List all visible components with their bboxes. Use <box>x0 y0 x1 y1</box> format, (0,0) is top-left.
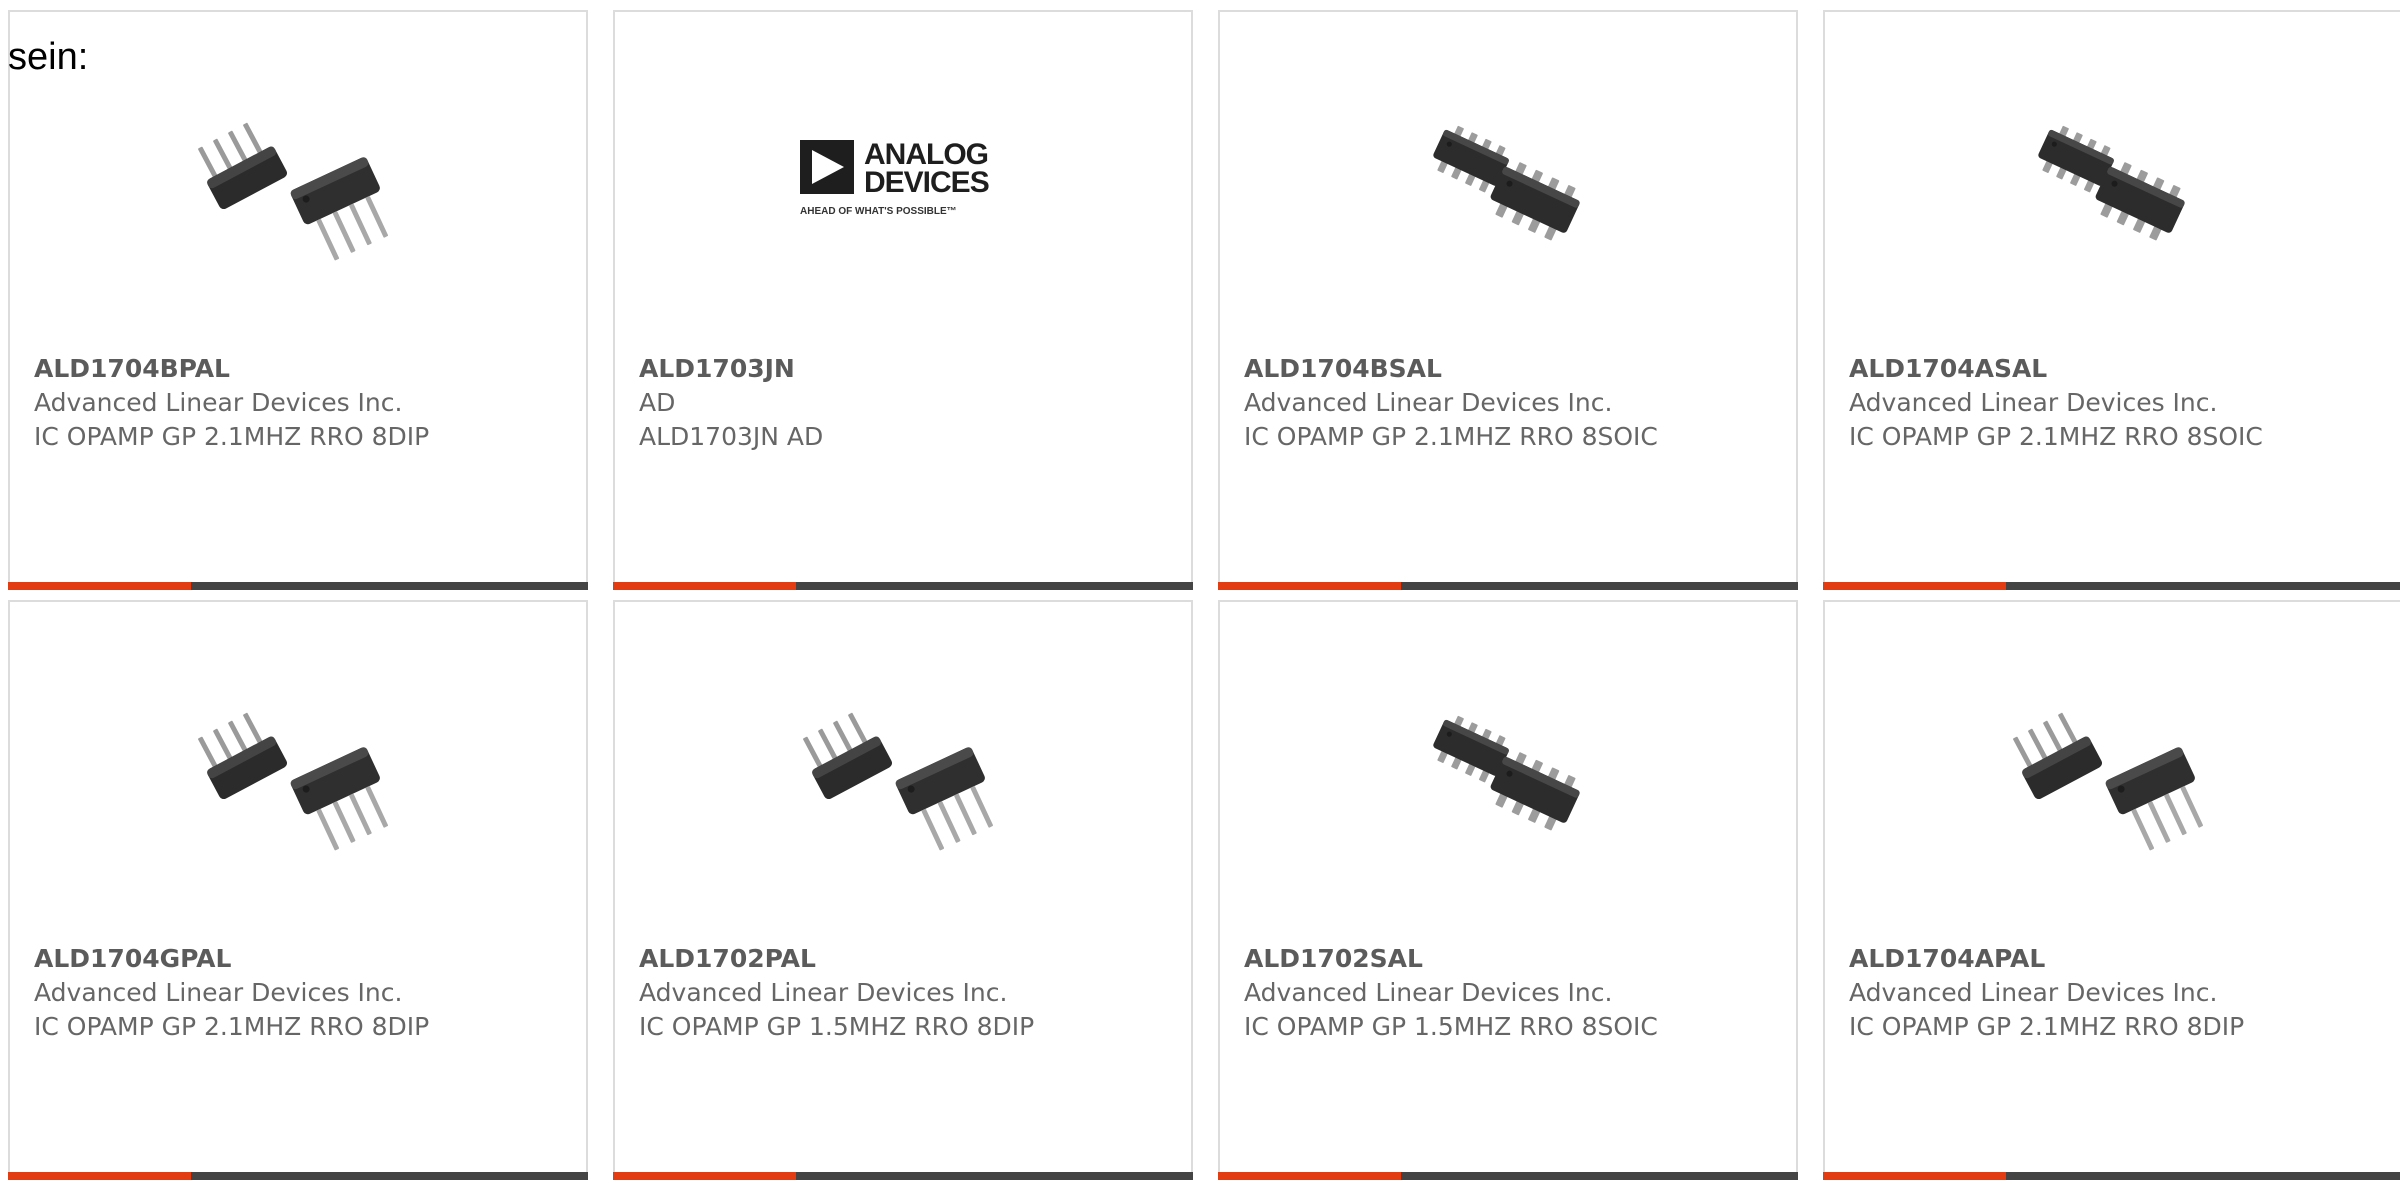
soic-package-icon <box>1433 125 1580 241</box>
product-image[interactable] <box>195 80 399 284</box>
bar-rest <box>1401 1172 1798 1180</box>
soic-package-icon <box>2038 125 2185 241</box>
product-info: ALD1702SAL Advanced Linear Devices Inc. … <box>1244 942 1784 1044</box>
description: IC OPAMP GP 2.1MHZ RRO 8SOIC <box>1849 422 2263 451</box>
product-card[interactable]: ALD1704APAL Advanced Linear Devices Inc.… <box>1823 600 2400 1180</box>
part-number[interactable]: ALD1704BSAL <box>1244 352 1784 386</box>
product-card[interactable]: ALD1704BPAL Advanced Linear Devices Inc.… <box>8 10 588 590</box>
part-number[interactable]: ALD1704APAL <box>1849 942 2389 976</box>
manufacturer: Advanced Linear Devices Inc. <box>1244 388 1613 417</box>
logo-tagline: AHEAD OF WHAT'S POSSIBLE™ <box>800 206 957 217</box>
description: IC OPAMP GP 1.5MHZ RRO 8DIP <box>639 1012 1035 1041</box>
description: IC OPAMP GP 1.5MHZ RRO 8SOIC <box>1244 1012 1658 1041</box>
product-info: ALD1703JN AD ALD1703JN AD <box>639 352 1179 454</box>
bar-rest <box>1401 582 1798 590</box>
description: ALD1703JN AD <box>639 422 824 451</box>
manufacturer: Advanced Linear Devices Inc. <box>34 388 403 417</box>
description: IC OPAMP GP 2.1MHZ RRO 8DIP <box>34 1012 430 1041</box>
product-image[interactable]: ANALOG DEVICES AHEAD OF WHAT'S POSSIBLE™ <box>800 80 1004 284</box>
bar-accent <box>613 582 796 590</box>
manufacturer: Advanced Linear Devices Inc. <box>1849 388 2218 417</box>
product-image[interactable] <box>800 670 1004 874</box>
bar-accent <box>613 1172 796 1180</box>
card-footer-bar <box>613 1172 1193 1180</box>
manufacturer: Advanced Linear Devices Inc. <box>639 978 1008 1007</box>
bar-accent <box>1823 1172 2006 1180</box>
product-info: ALD1704APAL Advanced Linear Devices Inc.… <box>1849 942 2389 1044</box>
product-card[interactable]: ANALOG DEVICES AHEAD OF WHAT'S POSSIBLE™ A… <box>613 10 1193 590</box>
manufacturer: Advanced Linear Devices Inc. <box>34 978 403 1007</box>
manufacturer: Advanced Linear Devices Inc. <box>1849 978 2218 1007</box>
manufacturer: Advanced Linear Devices Inc. <box>1244 978 1613 1007</box>
part-number[interactable]: ALD1702SAL <box>1244 942 1784 976</box>
product-info: ALD1704ASAL Advanced Linear Devices Inc.… <box>1849 352 2389 454</box>
dip-package-icon <box>803 712 994 851</box>
dip-package-icon <box>198 712 389 851</box>
soic-package-icon <box>1433 715 1580 831</box>
manufacturer: AD <box>639 388 676 417</box>
product-image[interactable] <box>1405 670 1609 874</box>
card-footer-bar <box>8 582 588 590</box>
bar-accent <box>8 582 191 590</box>
dip-package-icon <box>2013 712 2204 851</box>
product-image[interactable] <box>1405 80 1609 284</box>
product-info: ALD1702PAL Advanced Linear Devices Inc. … <box>639 942 1179 1044</box>
description: IC OPAMP GP 2.1MHZ RRO 8SOIC <box>1244 422 1658 451</box>
bar-accent <box>1218 1172 1401 1180</box>
bar-accent <box>1823 582 2006 590</box>
product-card[interactable]: ALD1704BSAL Advanced Linear Devices Inc.… <box>1218 10 1798 590</box>
part-number[interactable]: ALD1702PAL <box>639 942 1179 976</box>
part-number[interactable]: ALD1703JN <box>639 352 1179 386</box>
part-number[interactable]: ALD1704BPAL <box>34 352 574 386</box>
product-card[interactable]: ALD1702PAL Advanced Linear Devices Inc. … <box>613 600 1193 1180</box>
product-info: ALD1704BPAL Advanced Linear Devices Inc.… <box>34 352 574 454</box>
product-image[interactable] <box>2010 80 2214 284</box>
bar-accent <box>1218 582 1401 590</box>
product-card[interactable]: ALD1704GPAL Advanced Linear Devices Inc.… <box>8 600 588 1180</box>
product-card[interactable]: ALD1704ASAL Advanced Linear Devices Inc.… <box>1823 10 2400 590</box>
card-footer-bar <box>1823 1172 2400 1180</box>
description: IC OPAMP GP 2.1MHZ RRO 8DIP <box>34 422 430 451</box>
bar-rest <box>2006 1172 2400 1180</box>
product-info: ALD1704BSAL Advanced Linear Devices Inc.… <box>1244 352 1784 454</box>
bar-rest <box>796 582 1193 590</box>
description: IC OPAMP GP 2.1MHZ RRO 8DIP <box>1849 1012 2245 1041</box>
card-footer-bar <box>8 1172 588 1180</box>
product-grid: ALD1704BPAL Advanced Linear Devices Inc.… <box>8 10 2400 1180</box>
dip-package-icon <box>198 122 389 261</box>
part-number[interactable]: ALD1704GPAL <box>34 942 574 976</box>
bar-rest <box>191 582 588 590</box>
product-image[interactable] <box>195 670 399 874</box>
product-info: ALD1704GPAL Advanced Linear Devices Inc.… <box>34 942 574 1044</box>
card-footer-bar <box>613 582 1193 590</box>
analog-devices-logo: ANALOGDEVICESAHEAD OF WHAT'S POSSIBLE™ <box>800 138 990 217</box>
bar-rest <box>796 1172 1193 1180</box>
bar-accent <box>8 1172 191 1180</box>
logo-text: DEVICES <box>864 166 989 199</box>
part-number[interactable]: ALD1704ASAL <box>1849 352 2389 386</box>
card-footer-bar <box>1823 582 2400 590</box>
card-footer-bar <box>1218 582 1798 590</box>
product-card[interactable]: ALD1702SAL Advanced Linear Devices Inc. … <box>1218 600 1798 1180</box>
card-footer-bar <box>1218 1172 1798 1180</box>
lead-text: sein: <box>8 36 89 78</box>
bar-rest <box>2006 582 2400 590</box>
bar-rest <box>191 1172 588 1180</box>
product-image[interactable] <box>2010 670 2214 874</box>
